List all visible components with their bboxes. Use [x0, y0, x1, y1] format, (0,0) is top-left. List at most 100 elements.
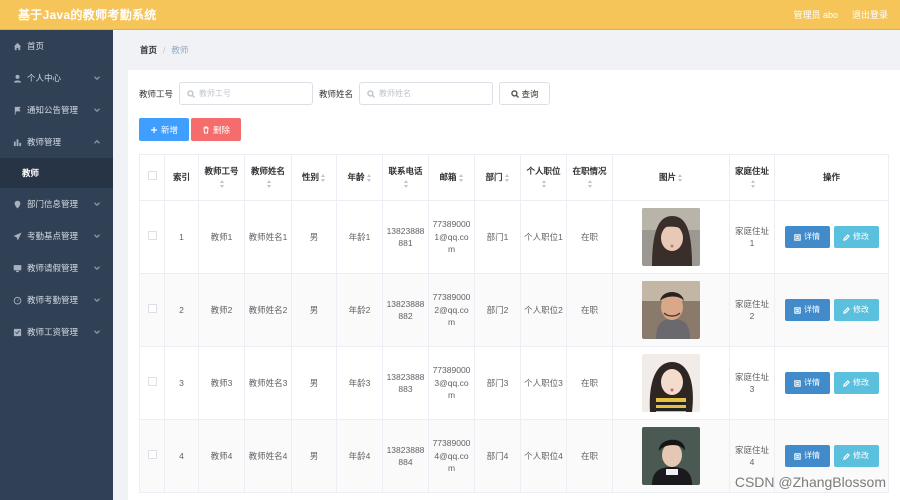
sidebar-menu: 首页 个人中心 通知公告管理 教师管理 教师 部门信息管理 考勤基点管理 教师请…: [0, 30, 113, 500]
sidebar-item-label: 教师考勤管理: [27, 295, 79, 305]
detail-button[interactable]: 详情: [784, 299, 830, 321]
header-label: 联系电话: [388, 166, 423, 176]
add-button-label: 新增: [160, 124, 178, 135]
col-header-address[interactable]: 家庭住址: [729, 154, 775, 201]
row-select-cell[interactable]: [139, 273, 165, 347]
watermark: CSDN @ZhangBlossom: [734, 474, 886, 490]
sort-icon[interactable]: [542, 180, 547, 189]
delete-button[interactable]: 删除: [191, 118, 241, 141]
cell-age: 年龄4: [336, 419, 383, 493]
cell-dept: 部门2: [474, 273, 521, 347]
teacher-photo[interactable]: [642, 281, 700, 339]
col-header-title[interactable]: 个人职位: [520, 154, 567, 201]
sidebar-item-leave[interactable]: 教师请假管理: [0, 252, 113, 284]
col-header-status[interactable]: 在职情况: [566, 154, 613, 201]
sort-icon[interactable]: [504, 174, 510, 182]
sort-icon[interactable]: [678, 174, 683, 182]
cell-photo: [612, 200, 730, 274]
edit-button[interactable]: 修改: [833, 226, 879, 248]
sidebar-item-label: 教师: [22, 168, 40, 178]
teacher-table: 索引 教师工号 教师姓名 性别 年龄 联系电话 邮箱 部门 个人职位 在职情况 …: [139, 154, 889, 493]
col-header-dept[interactable]: 部门: [474, 154, 521, 201]
sort-icon[interactable]: [588, 180, 593, 189]
row-checkbox[interactable]: [147, 230, 157, 240]
cell-title: 个人职位3: [520, 346, 567, 420]
document-icon: [794, 452, 801, 460]
cell-teacher-no: 教师1: [198, 200, 245, 274]
trash-icon: [203, 126, 209, 133]
teacher-photo[interactable]: [642, 354, 700, 412]
header-label: 教师姓名: [250, 166, 285, 176]
logout-link[interactable]: 退出登录: [852, 8, 888, 21]
cell-email: 773890004@qq.com: [428, 419, 475, 493]
sidebar-item-home[interactable]: 首页: [0, 30, 113, 62]
sidebar-subitem-teacher[interactable]: 教师: [0, 158, 113, 188]
teacher-name-field[interactable]: [359, 82, 494, 105]
edit-button[interactable]: 修改: [833, 372, 879, 394]
col-header-age[interactable]: 年龄: [336, 154, 383, 201]
sort-icon[interactable]: [458, 174, 464, 182]
sidebar-item-salary[interactable]: 教师工资管理: [0, 316, 113, 348]
teacher-no-field[interactable]: [179, 82, 314, 105]
sort-icon[interactable]: [321, 174, 326, 182]
sort-icon[interactable]: [266, 180, 272, 189]
row-select-cell[interactable]: [139, 200, 165, 274]
search-icon: [367, 89, 376, 98]
sort-icon[interactable]: [750, 180, 756, 189]
edit-icon: [843, 379, 850, 387]
cell-title: 个人职位1: [520, 200, 567, 274]
add-button[interactable]: 新增: [139, 118, 189, 141]
current-user-label[interactable]: 管理员 abo: [793, 8, 838, 21]
cell-phone: 13823888883: [382, 346, 429, 420]
edit-button[interactable]: 修改: [833, 299, 879, 321]
action-buttons: 新增 删除: [139, 118, 241, 141]
row-checkbox[interactable]: [147, 303, 157, 313]
sort-icon[interactable]: [366, 174, 372, 182]
detail-button-label: 详情: [804, 304, 820, 314]
sidebar-item-dept[interactable]: 部门信息管理: [0, 188, 113, 220]
edit-button[interactable]: 修改: [833, 445, 879, 467]
col-header-email[interactable]: 邮箱: [428, 154, 475, 201]
sidebar-item-checkpoint[interactable]: 考勤基点管理: [0, 220, 113, 252]
detail-button[interactable]: 详情: [784, 372, 830, 394]
select-all-checkbox[interactable]: [147, 171, 157, 181]
select-all-cell[interactable]: [139, 154, 165, 201]
breadcrumb-home[interactable]: 首页: [140, 44, 157, 56]
query-button-label: 查询: [521, 88, 539, 99]
header-label: 性别: [301, 172, 319, 183]
query-button[interactable]: 查询: [499, 82, 551, 105]
detail-button[interactable]: 详情: [784, 226, 830, 248]
edit-button-label: 修改: [853, 304, 869, 314]
col-header-phone[interactable]: 联系电话: [382, 154, 429, 201]
sidebar-item-label: 考勤基点管理: [27, 231, 79, 241]
detail-button[interactable]: 详情: [784, 445, 830, 467]
cell-age: 年龄3: [336, 346, 383, 420]
col-header-teacher-no[interactable]: 教师工号: [198, 154, 245, 201]
col-header-gender[interactable]: 性别: [291, 154, 337, 201]
delete-button-label: 删除: [212, 124, 230, 135]
teacher-name-input[interactable]: [379, 89, 490, 98]
sidebar-item-profile[interactable]: 个人中心: [0, 62, 113, 94]
row-checkbox[interactable]: [147, 449, 157, 459]
monitor-icon: [11, 262, 23, 274]
col-header-teacher-name[interactable]: 教师姓名: [244, 154, 292, 201]
sidebar-item-attendance[interactable]: 教师考勤管理: [0, 284, 113, 316]
row-checkbox[interactable]: [147, 376, 157, 386]
sort-icon[interactable]: [404, 180, 409, 189]
col-header-photo[interactable]: 图片: [612, 154, 730, 201]
send-icon: [11, 230, 23, 242]
cell-teacher-name: 教师姓名4: [244, 419, 292, 493]
sort-icon[interactable]: [220, 180, 225, 189]
teacher-photo[interactable]: [642, 208, 700, 266]
sidebar-item-notice[interactable]: 通知公告管理: [0, 94, 113, 126]
row-select-cell[interactable]: [139, 346, 165, 420]
header-label: 图片: [658, 172, 676, 183]
teacher-photo[interactable]: [642, 427, 700, 485]
row-select-cell[interactable]: [139, 419, 165, 493]
sidebar-item-label: 通知公告管理: [27, 105, 79, 115]
cell-status: 在职: [566, 273, 613, 347]
table-row: 1 教师1 教师姓名1 男 年龄1 13823888881 773890001@…: [139, 200, 889, 274]
teacher-no-input[interactable]: [199, 89, 310, 98]
sidebar-item-teacher-mgmt[interactable]: 教师管理: [0, 126, 113, 158]
cell-index: 3: [164, 346, 199, 420]
